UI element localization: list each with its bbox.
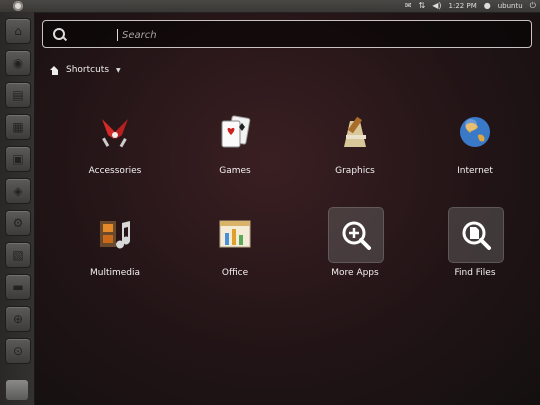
search-input[interactable] [120, 25, 524, 45]
files-icon[interactable]: ⊙ [5, 338, 31, 364]
workspaces-icon[interactable]: ▧ [5, 242, 31, 268]
top-panel: ✉ ⇅ ◀) 1:22 PM ● ubuntu ⏻ [0, 0, 540, 13]
tile-multimedia[interactable]: Multimedia [60, 207, 170, 299]
clock[interactable]: 1:22 PM [449, 2, 477, 10]
mail-icon[interactable]: ✉ [405, 0, 412, 12]
tile-accessories[interactable]: Accessories [60, 105, 170, 197]
breadcrumb: Shortcuts ▼ [50, 63, 121, 77]
power-icon[interactable]: ⏻ [530, 0, 536, 12]
home-folder-icon[interactable]: ⌂ [5, 18, 31, 44]
spreadsheet-icon[interactable]: ▦ [5, 114, 31, 140]
document-icon[interactable]: ▤ [5, 82, 31, 108]
graphics-icon [328, 105, 382, 159]
search-box [42, 20, 532, 48]
tile-label: Games [219, 166, 251, 176]
launcher: ⌂ ◉ ▤ ▦ ▣ ◈ ⚙ ▧ ▬ ⊕ ⊙ [0, 12, 35, 405]
tile-label: More Apps [331, 268, 379, 278]
search-icon [53, 28, 65, 40]
tile-label: Find Files [454, 268, 496, 278]
tile-label: Accessories [88, 166, 142, 176]
office-icon [208, 207, 262, 261]
tile-label: Graphics [335, 166, 375, 176]
internet-icon [448, 105, 502, 159]
tile-label: Internet [457, 166, 493, 176]
tile-graphics[interactable]: Graphics [300, 105, 410, 197]
home-icon[interactable] [50, 65, 59, 75]
search-cursor [117, 29, 118, 41]
firefox-icon[interactable]: ◉ [5, 50, 31, 76]
multimedia-icon [88, 207, 142, 261]
settings-icon[interactable]: ⚙ [5, 210, 31, 236]
volume-icon[interactable]: ◀) [432, 0, 441, 12]
tile-more-apps[interactable]: More Apps [300, 207, 410, 299]
system-tray: ✉ ⇅ ◀) 1:22 PM ● ubuntu ⏻ [405, 0, 536, 12]
tile-label: Office [221, 268, 249, 278]
software-center-icon[interactable]: ◈ [5, 178, 31, 204]
user-name[interactable]: ubuntu [498, 2, 523, 10]
tile-label: Multimedia [89, 268, 141, 278]
tile-games[interactable]: Games [180, 105, 290, 197]
tile-find-files[interactable]: Find Files [420, 207, 530, 299]
find-files-icon [448, 207, 504, 263]
tile-office[interactable]: Office [180, 207, 290, 299]
more-apps-icon [328, 207, 384, 263]
applications-icon[interactable]: ⊕ [5, 306, 31, 332]
user-icon: ● [483, 1, 491, 10]
breadcrumb-label[interactable]: Shortcuts [66, 65, 109, 75]
terminal-icon[interactable]: ▬ [5, 274, 31, 300]
trash-icon[interactable] [6, 380, 28, 400]
accessories-icon [88, 105, 142, 159]
games-icon [208, 105, 262, 159]
chevron-down-icon[interactable]: ▼ [116, 67, 121, 74]
ubuntu-logo-icon[interactable] [13, 1, 23, 11]
network-icon[interactable]: ⇅ [419, 0, 426, 12]
tile-internet[interactable]: Internet [420, 105, 530, 197]
presentation-icon[interactable]: ▣ [5, 146, 31, 172]
